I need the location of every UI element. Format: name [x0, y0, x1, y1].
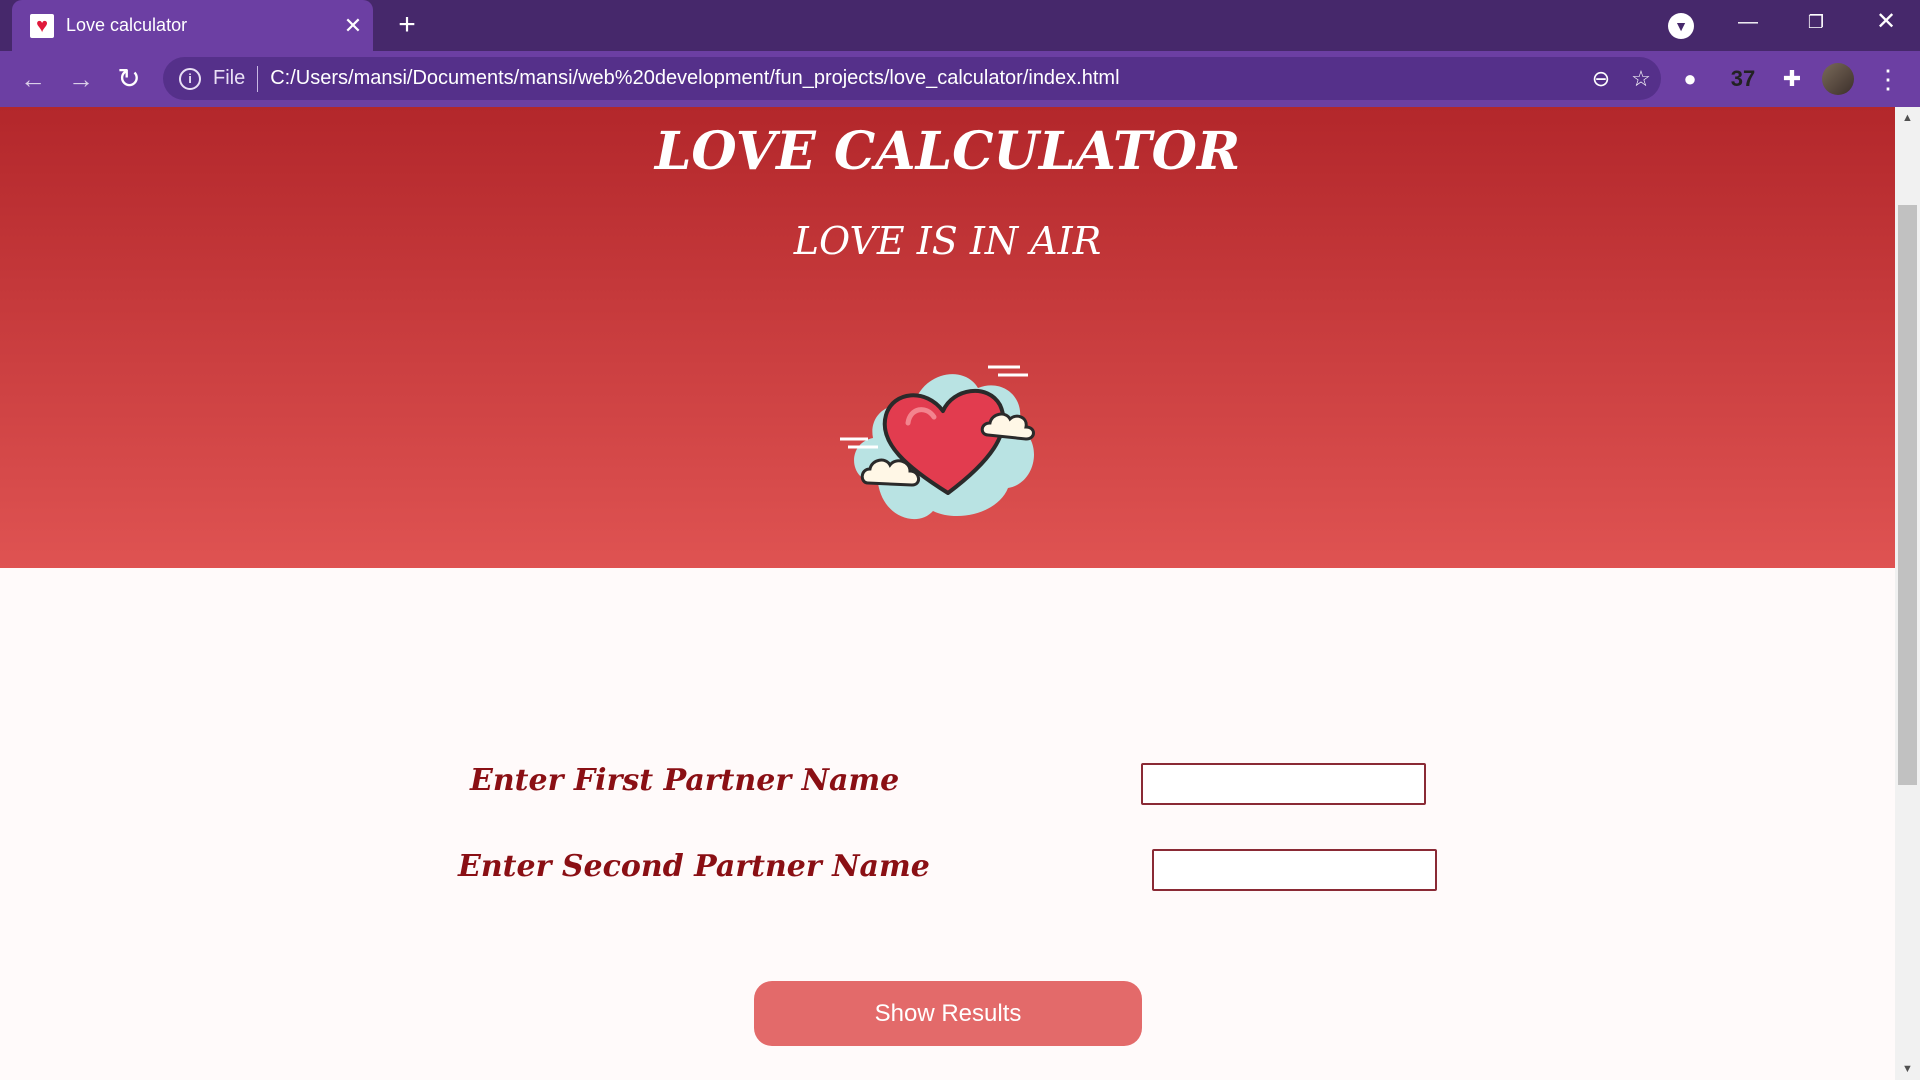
tab-search-icon[interactable]: ▼ — [1668, 13, 1694, 39]
back-arrow-icon[interactable]: ← — [15, 61, 51, 97]
second-partner-input[interactable] — [1152, 849, 1437, 891]
first-partner-label: Enter First Partner Name — [470, 763, 900, 798]
new-tab-button[interactable]: + — [390, 8, 424, 42]
forward-arrow-icon[interactable]: → — [63, 61, 99, 97]
extensions-puzzle-icon[interactable]: ✚ — [1774, 61, 1810, 97]
hero-banner: LOVE CALCULATOR LOVE IS IN AIR — [0, 107, 1895, 568]
url-text[interactable]: C:/Users/mansi/Documents/mansi/web%20dev… — [270, 67, 1581, 90]
heart-favicon-icon: ♥ — [30, 13, 54, 38]
bookmark-star-icon[interactable]: ☆ — [1621, 66, 1661, 92]
browser-toolbar: ← → ↻ i File C:/Users/mansi/Documents/ma… — [0, 51, 1920, 107]
zoom-icon[interactable]: ⊖ — [1581, 66, 1621, 92]
scroll-down-arrow-icon[interactable]: ▼ — [1895, 1058, 1920, 1080]
page-viewport: LOVE CALCULATOR LOVE IS IN AIR Enter Fir… — [0, 107, 1895, 1080]
browser-tab-bar: ♥ Love calculator ✕ + ▼ — ❐ ✕ — [0, 0, 1920, 51]
second-partner-label: Enter Second Partner Name — [458, 849, 930, 884]
url-separator — [257, 65, 259, 92]
heart-cloud-illustration — [840, 365, 1035, 520]
scrollbar-thumb[interactable] — [1898, 205, 1917, 785]
browser-menu-icon[interactable]: ⋮ — [1870, 61, 1906, 97]
profile-avatar[interactable] — [1822, 63, 1854, 95]
minimize-window-button[interactable]: — — [1714, 0, 1782, 44]
scheme-label: File — [213, 67, 246, 89]
restore-window-button[interactable]: ❐ — [1782, 0, 1850, 44]
page-title: LOVE CALCULATOR — [654, 121, 1241, 182]
tab-title: Love calculator — [66, 15, 188, 35]
first-partner-input[interactable] — [1141, 763, 1426, 805]
extension-icon[interactable]: ● — [1672, 61, 1708, 97]
address-bar[interactable]: i File C:/Users/mansi/Documents/mansi/we… — [163, 57, 1661, 100]
reload-icon[interactable]: ↻ — [111, 61, 147, 97]
show-results-button[interactable]: Show Results — [754, 981, 1142, 1046]
extension-count-badge[interactable]: 37 — [1725, 61, 1761, 97]
close-window-button[interactable]: ✕ — [1852, 0, 1920, 44]
scroll-up-arrow-icon[interactable]: ▲ — [1895, 107, 1920, 129]
page-subtitle: LOVE IS IN AIR — [793, 219, 1102, 263]
site-info-icon[interactable]: i — [179, 67, 201, 90]
vertical-scrollbar[interactable]: ▲ ▼ — [1895, 107, 1920, 1080]
browser-tab[interactable]: ♥ Love calculator ✕ — [12, 0, 373, 51]
close-tab-icon[interactable]: ✕ — [333, 13, 373, 39]
